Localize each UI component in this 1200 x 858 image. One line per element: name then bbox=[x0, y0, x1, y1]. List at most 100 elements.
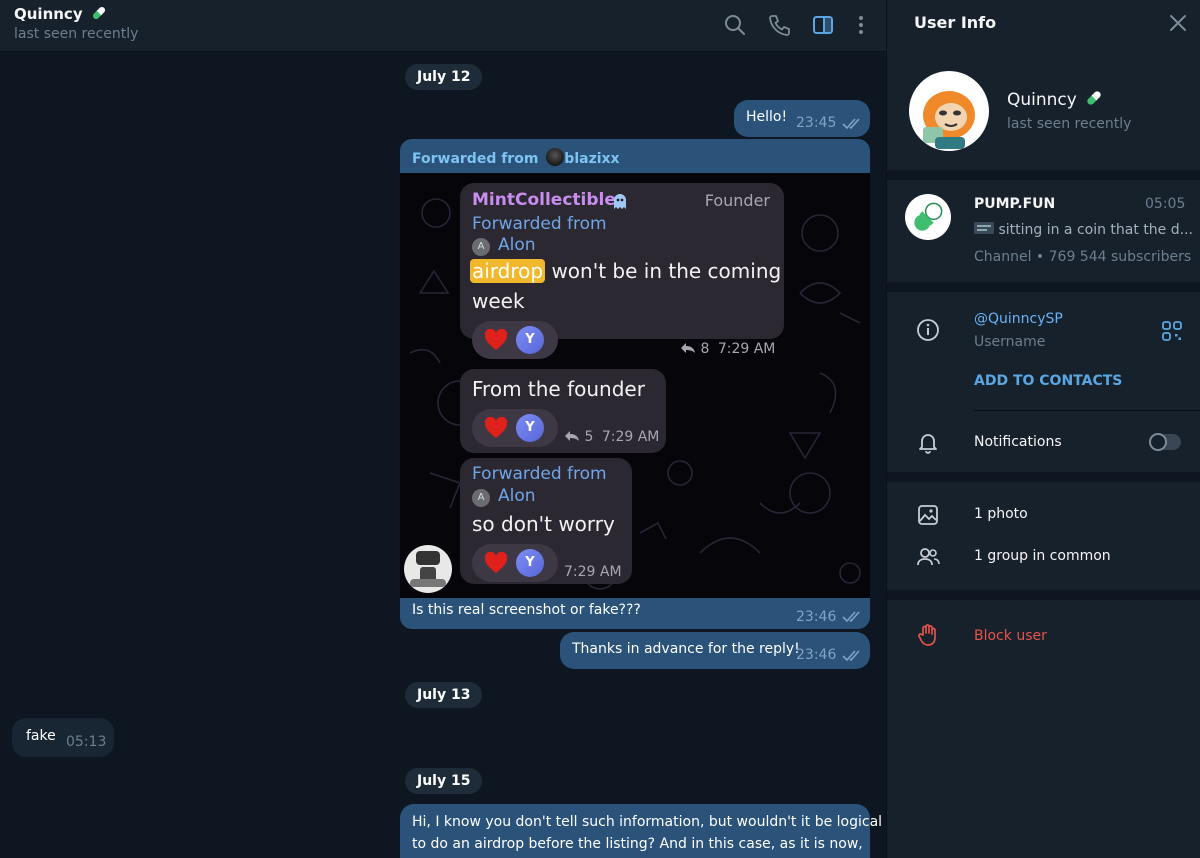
chat-panel: Quinncy last seen recently July 12 Hello… bbox=[0, 0, 886, 858]
reactor-avatar: Y bbox=[516, 549, 544, 577]
reaction-pill: Y bbox=[472, 409, 558, 447]
screenshot-time: 7:29 AM bbox=[717, 341, 776, 357]
profile-name-text: Quinncy bbox=[1007, 90, 1077, 110]
chat-status: last seen recently bbox=[14, 26, 139, 42]
screenshot-message-1: MintCollectible Founder Forwarded from A… bbox=[460, 183, 784, 359]
block-user-button: Block user bbox=[974, 628, 1047, 644]
message-text: Hello! bbox=[746, 109, 788, 125]
groups-row[interactable]: 1 group in common bbox=[887, 538, 1200, 576]
screenshot-text-line1: airdrop won't be in the coming bbox=[470, 259, 781, 283]
screenshot-text: From the founder bbox=[472, 377, 645, 401]
reply-count: 5 bbox=[584, 429, 594, 445]
notifications-label: Notifications bbox=[974, 434, 1062, 450]
bell-icon bbox=[919, 434, 937, 454]
message-bubble-thanks[interactable]: Thanks in advance for the reply! 23:46 bbox=[560, 632, 870, 669]
info-icon bbox=[917, 319, 939, 341]
message-text-line1: Hi, I know you don't tell such informati… bbox=[412, 814, 883, 830]
screenshot-time: 7:29 AM bbox=[601, 429, 660, 445]
screenshot-fwd-label: Forwarded from bbox=[472, 214, 607, 234]
user-info-panel: User Info Quinncy last seen recently PUM… bbox=[886, 0, 1200, 858]
profile-avatar[interactable] bbox=[909, 71, 989, 151]
message-text-line2: to do an airdrop before the listing? And… bbox=[412, 836, 863, 852]
reactor-avatar: Y bbox=[516, 326, 544, 354]
channel-meta: Channel • 769 544 subscribers bbox=[974, 249, 1192, 265]
panel-title: User Info bbox=[914, 13, 997, 32]
date-separator: July 13 bbox=[405, 682, 483, 708]
channel-preview-text: sitting in a coin that the d... bbox=[998, 222, 1193, 238]
ghost-emoji-icon bbox=[614, 194, 626, 209]
reaction-pill: Y bbox=[472, 321, 558, 359]
forwarded-from-name: blazixx bbox=[564, 151, 620, 167]
message-bubble-hello[interactable]: Hello! 23:45 bbox=[734, 100, 870, 137]
qr-icon[interactable] bbox=[1161, 320, 1183, 342]
screenshot-role: Founder bbox=[704, 191, 770, 210]
read-ticks-icon bbox=[842, 611, 860, 623]
search-icon[interactable] bbox=[722, 12, 748, 38]
read-ticks-icon bbox=[842, 650, 860, 662]
channel-name: PUMP.FUN bbox=[974, 196, 1056, 212]
screenshot-fwd-name: Alon bbox=[498, 486, 536, 506]
message-bubble-fake[interactable]: fake 05:13 bbox=[12, 718, 114, 757]
profile-name: Quinncy bbox=[1007, 88, 1104, 110]
screenshot-text: so don't worry bbox=[472, 512, 615, 536]
message-text: Thanks in advance for the reply! bbox=[572, 641, 800, 657]
message-time: 05:13 bbox=[66, 734, 107, 750]
date-separator: July 12 bbox=[405, 64, 483, 90]
screenshot-text-line2: week bbox=[472, 289, 525, 313]
username-link[interactable]: @QuinncySP bbox=[974, 311, 1063, 327]
more-icon[interactable] bbox=[848, 12, 874, 38]
add-to-contacts-button[interactable]: ADD TO CONTACTS bbox=[974, 373, 1122, 389]
screenshot-image[interactable]: MintCollectible Founder Forwarded from A… bbox=[400, 173, 870, 598]
heart-icon bbox=[484, 552, 508, 573]
channel-time: 05:05 bbox=[1145, 196, 1186, 212]
message-bubble-long[interactable]: Hi, I know you don't tell such informati… bbox=[400, 804, 882, 858]
group-icon bbox=[917, 548, 940, 566]
channel-avatar bbox=[905, 194, 951, 240]
screenshot-sender-avatar bbox=[404, 545, 452, 593]
screenshot-message-3: Forwarded from A Alon so don't worry Y 7… bbox=[460, 458, 632, 584]
message-time: 23:45 bbox=[796, 115, 837, 131]
photo-icon bbox=[918, 505, 938, 525]
close-icon[interactable] bbox=[1167, 12, 1189, 34]
preview-thumb-icon bbox=[974, 222, 994, 234]
chat-title[interactable]: Quinncy bbox=[14, 4, 108, 23]
profile-status: last seen recently bbox=[1007, 116, 1132, 132]
notifications-toggle[interactable] bbox=[1149, 433, 1181, 451]
personal-channel-row[interactable]: PUMP.FUN 05:05 sitting in a coin that th… bbox=[887, 180, 1200, 280]
pill-icon bbox=[92, 6, 105, 20]
channel-preview: sitting in a coin that the d... bbox=[974, 222, 1193, 238]
pill-icon bbox=[914, 202, 943, 231]
screenshot-message-2: From the founder Y 5 7:29 AM bbox=[460, 369, 666, 453]
sidebar-toggle-icon[interactable] bbox=[810, 12, 836, 38]
forwarded-header[interactable]: Forwarded from blazixx bbox=[412, 148, 620, 167]
screenshot-fwd-avatar: A bbox=[472, 489, 490, 507]
screenshot-time: 7:29 AM bbox=[564, 564, 622, 580]
message-text: fake bbox=[26, 728, 56, 744]
heart-icon bbox=[484, 417, 508, 438]
forwarded-photo-message[interactable]: Forwarded from blazixx MintCollectible F… bbox=[400, 139, 870, 629]
phone-icon[interactable] bbox=[766, 12, 792, 38]
screenshot-fwd-name: Alon bbox=[498, 235, 536, 255]
message-time: 23:46 bbox=[796, 647, 837, 663]
screenshot-text-rest: won't be in the coming bbox=[545, 259, 782, 283]
reply-count: 8 bbox=[700, 341, 710, 357]
photo-caption: Is this real screenshot or fake??? bbox=[412, 602, 641, 618]
heart-icon bbox=[484, 329, 508, 350]
screenshot-meta-2: 5 7:29 AM bbox=[564, 429, 659, 445]
chat-title-text: Quinncy bbox=[14, 5, 83, 23]
groups-in-common: 1 group in common bbox=[974, 548, 1111, 564]
block-user-row[interactable]: Block user bbox=[887, 616, 1200, 656]
photos-row[interactable]: 1 photo bbox=[887, 496, 1200, 534]
divider bbox=[974, 410, 1200, 411]
screenshot-fwd-avatar: A bbox=[472, 238, 490, 256]
photos-count: 1 photo bbox=[974, 506, 1028, 522]
screenshot-sender: MintCollectible bbox=[472, 190, 616, 210]
message-time: 23:46 bbox=[796, 609, 837, 625]
pill-icon bbox=[1087, 91, 1101, 105]
date-separator: July 15 bbox=[405, 768, 483, 794]
reactor-avatar: Y bbox=[516, 414, 544, 442]
divider bbox=[887, 472, 1200, 482]
screenshot-fwd-label: Forwarded from bbox=[472, 464, 607, 484]
chat-header[interactable]: Quinncy last seen recently bbox=[0, 0, 886, 52]
telegram-window: Quinncy last seen recently July 12 Hello… bbox=[0, 0, 1200, 858]
